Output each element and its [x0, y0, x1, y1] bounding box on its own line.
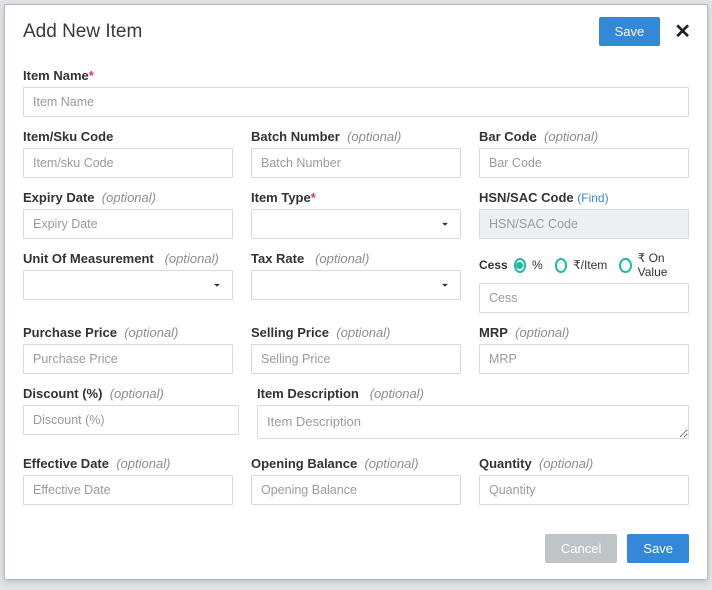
- qty-input[interactable]: [479, 475, 689, 505]
- item-name-label: Item Name*: [23, 68, 689, 83]
- dialog-title: Add New Item: [23, 21, 142, 43]
- barcode-input[interactable]: [479, 148, 689, 178]
- sku-label: Item/Sku Code: [23, 129, 233, 144]
- sku-input[interactable]: [23, 148, 233, 178]
- close-icon[interactable]: ✕: [674, 22, 691, 42]
- cancel-button[interactable]: Cancel: [545, 534, 617, 563]
- cess-radio-per-item[interactable]: [555, 258, 567, 273]
- tax-select[interactable]: [251, 270, 461, 300]
- save-button-header[interactable]: Save: [599, 17, 661, 46]
- batch-label: Batch Number (optional): [251, 129, 461, 144]
- qty-label: Quantity (optional): [479, 456, 689, 471]
- tax-label: Tax Rate (optional): [251, 251, 461, 266]
- uom-label: Unit Of Measurement (optional): [23, 251, 233, 266]
- desc-label: Item Description (optional): [257, 386, 689, 401]
- discount-label: Discount (%) (optional): [23, 386, 239, 401]
- eff-date-label: Effective Date (optional): [23, 456, 233, 471]
- cess-radio-on-value[interactable]: [619, 258, 631, 273]
- hsn-label: HSN/SAC Code (Find): [479, 190, 689, 205]
- discount-input[interactable]: [23, 405, 239, 435]
- open-bal-label: Opening Balance (optional): [251, 456, 461, 471]
- expiry-label: Expiry Date (optional): [23, 190, 233, 205]
- barcode-label: Bar Code (optional): [479, 129, 689, 144]
- item-name-input[interactable]: [23, 87, 689, 117]
- purchase-label: Purchase Price (optional): [23, 325, 233, 340]
- selling-input[interactable]: [251, 344, 461, 374]
- batch-input[interactable]: [251, 148, 461, 178]
- save-button[interactable]: Save: [627, 534, 689, 563]
- expiry-input[interactable]: [23, 209, 233, 239]
- cess-input[interactable]: [479, 283, 689, 313]
- form-body: Item Name* Item/Sku Code Batch Number (o…: [5, 52, 707, 513]
- item-type-label: Item Type*: [251, 190, 461, 205]
- open-bal-input[interactable]: [251, 475, 461, 505]
- selling-label: Selling Price (optional): [251, 325, 461, 340]
- hsn-input[interactable]: [479, 209, 689, 239]
- mrp-input[interactable]: [479, 344, 689, 374]
- purchase-input[interactable]: [23, 344, 233, 374]
- eff-date-input[interactable]: [23, 475, 233, 505]
- cess-radio-group: Cess % ₹/Item ₹ On Value: [479, 251, 689, 279]
- mrp-label: MRP (optional): [479, 325, 689, 340]
- cess-radio-pct[interactable]: [514, 258, 526, 273]
- item-type-select[interactable]: [251, 209, 461, 239]
- desc-textarea[interactable]: [257, 405, 689, 439]
- uom-select[interactable]: [23, 270, 233, 300]
- dialog-add-new-item: { "header": { "title": "Add New Item", "…: [4, 4, 708, 580]
- dialog-header: Add New Item Save ✕: [5, 5, 707, 52]
- find-link[interactable]: (Find): [577, 191, 608, 205]
- dialog-footer: Cancel Save: [5, 522, 707, 579]
